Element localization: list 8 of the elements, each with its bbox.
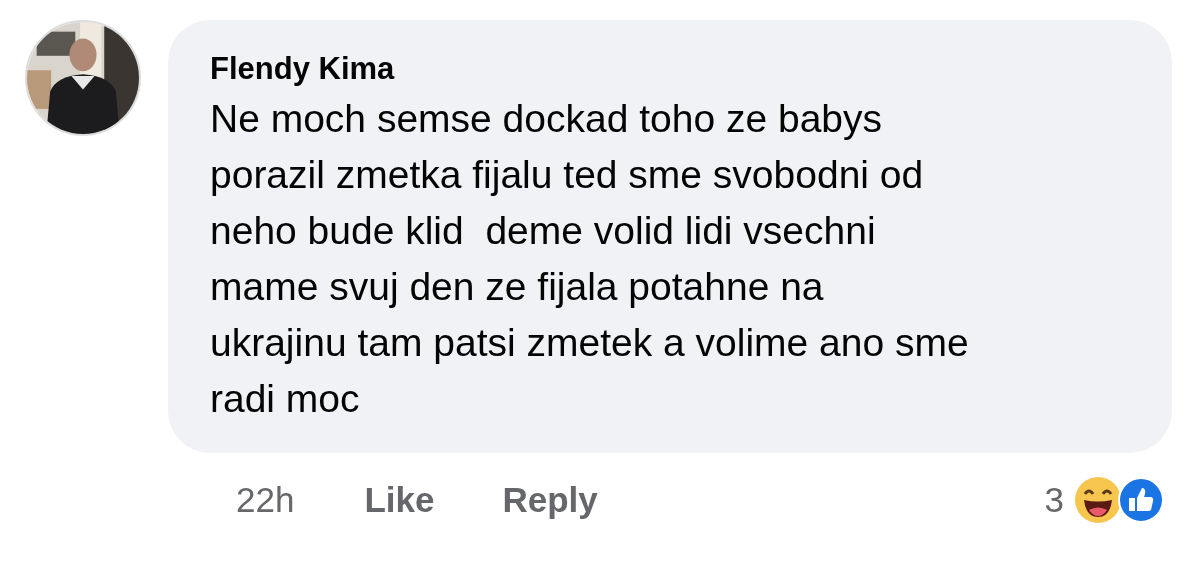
laughing-emoji-icon [1074, 476, 1122, 525]
thumbs-up-icon [1118, 477, 1164, 524]
timestamp[interactable]: 22h [236, 473, 295, 527]
reply-button[interactable]: Reply [502, 473, 598, 527]
like-button[interactable]: Like [364, 473, 435, 527]
comment-text: Ne moch semse dockad toho ze babys porazil zmetka fijalu ted sme svobodni od neho bude klid deme volid lidi vsechni mame svuj den ze fijala potahne na ukrajinu tam patsi zmetek a volime ano sme radi moc [210, 96, 970, 423]
author-name[interactable]: Flendy Kima [210, 50, 1132, 88]
reaction-count[interactable]: 3 [1044, 473, 1064, 527]
